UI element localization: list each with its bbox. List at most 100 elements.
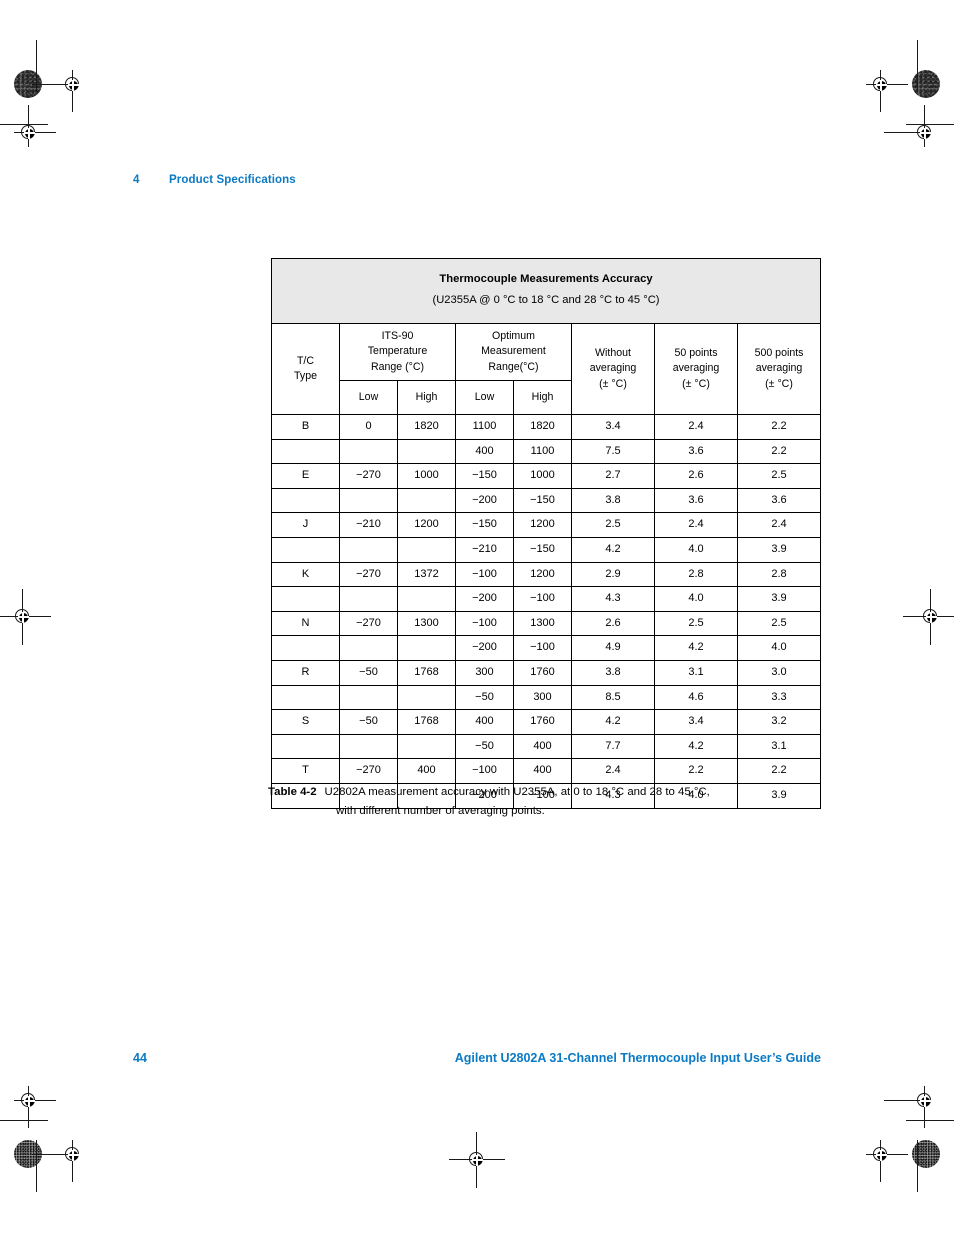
cell-its90-low: −270 bbox=[339, 610, 398, 637]
header-tc-type-line2: Type bbox=[294, 370, 317, 382]
cell-optimum-low: 300 bbox=[455, 659, 514, 686]
table-title-cell: Thermocouple Measurements Accuracy (U235… bbox=[270, 258, 822, 324]
cell-its90-high bbox=[397, 635, 456, 661]
header-without-avg-line3: (± °C) bbox=[599, 377, 627, 390]
header-tc-type-line1: T/C bbox=[296, 354, 315, 367]
cell-tc-type bbox=[271, 438, 340, 465]
cell-its90-high: 1820 bbox=[397, 414, 456, 440]
table-row: E −270 1000 −150 1000 2.7 2.6 2.5 bbox=[271, 463, 822, 489]
table-row: K −270 1372 −100 1200 2.9 2.8 2.8 bbox=[271, 561, 822, 588]
cell-optimum-low: 400 bbox=[455, 709, 514, 735]
table-row: S −50 1768 400 1760 4.2 3.4 3.2 bbox=[271, 709, 822, 735]
cell-50-points-averaging: 4.0 bbox=[654, 536, 738, 563]
table-caption: Table 4-2 U2802A measurement accuracy wit… bbox=[268, 783, 834, 821]
cell-50-points-averaging: 2.4 bbox=[654, 512, 738, 538]
cell-500-points-averaging: 3.1 bbox=[736, 733, 822, 760]
cell-50-points-averaging: 3.4 bbox=[654, 709, 738, 735]
cell-its90-low bbox=[339, 438, 398, 465]
header-p50-line2: averaging bbox=[672, 362, 720, 375]
cell-optimum-low: −200 bbox=[455, 635, 514, 661]
table-row: J −210 1200 −150 1200 2.5 2.4 2.4 bbox=[271, 512, 822, 538]
cell-without-averaging: 3.8 bbox=[571, 659, 655, 686]
header-without-avg-line2: averaging bbox=[589, 362, 637, 375]
cell-tc-type bbox=[271, 635, 340, 661]
table-row: −200 −100 4.9 4.2 4.0 bbox=[271, 635, 822, 661]
cell-50-points-averaging: 4.2 bbox=[654, 733, 738, 760]
cell-tc-type: T bbox=[271, 758, 340, 784]
cell-500-points-averaging: 3.2 bbox=[736, 709, 822, 735]
table-row: R −50 1768 300 1760 3.8 3.1 3.0 bbox=[271, 659, 822, 686]
cell-without-averaging: 3.8 bbox=[571, 487, 655, 514]
cell-optimum-high: 400 bbox=[513, 733, 572, 760]
cell-its90-low bbox=[339, 635, 398, 661]
cell-its90-high bbox=[397, 586, 456, 612]
cell-its90-high: 1372 bbox=[397, 561, 456, 588]
header-500-points-averaging: 500 points averaging (± °C) bbox=[736, 323, 822, 415]
cell-without-averaging: 7.7 bbox=[571, 733, 655, 760]
cell-tc-type bbox=[271, 684, 340, 711]
caption-line2: with different number of averaging point… bbox=[336, 805, 545, 818]
header-p500-line2: averaging bbox=[755, 362, 803, 375]
header-without-averaging: Without averaging (± °C) bbox=[571, 323, 655, 415]
header-without-avg-line1: Without bbox=[595, 347, 631, 360]
table-row: −210 −150 4.2 4.0 3.9 bbox=[271, 536, 822, 563]
table-row: B 0 1820 1100 1820 3.4 2.4 2.2 bbox=[271, 414, 822, 440]
cell-50-points-averaging: 2.6 bbox=[654, 463, 738, 489]
table-row: N −270 1300 −100 1300 2.6 2.5 2.5 bbox=[271, 610, 822, 637]
cell-its90-high bbox=[397, 684, 456, 711]
header-tc-type: T/C Type bbox=[271, 323, 340, 415]
table-row: −200 −100 4.3 4.0 3.9 bbox=[271, 586, 822, 612]
cell-optimum-high: 400 bbox=[513, 758, 572, 784]
cell-optimum-low: −200 bbox=[455, 586, 514, 612]
cell-tc-type: E bbox=[271, 463, 340, 489]
cell-500-points-averaging: 2.5 bbox=[736, 610, 822, 637]
cell-optimum-low: −150 bbox=[455, 463, 514, 489]
cell-without-averaging: 2.4 bbox=[571, 758, 655, 784]
cell-optimum-high: 300 bbox=[513, 684, 572, 711]
header-its90-range: ITS-90 Temperature Range (°C) bbox=[339, 323, 456, 381]
cell-optimum-low: 1100 bbox=[455, 414, 514, 440]
running-head: 4 Product Specifications bbox=[133, 174, 296, 186]
cell-optimum-high: −100 bbox=[513, 635, 572, 661]
cell-500-points-averaging: 3.3 bbox=[736, 684, 822, 711]
cell-tc-type: K bbox=[271, 561, 340, 588]
cell-its90-high: 1768 bbox=[397, 709, 456, 735]
cell-its90-low: −50 bbox=[339, 709, 398, 735]
header-optimum-high: High bbox=[513, 380, 572, 415]
cell-50-points-averaging: 2.8 bbox=[654, 561, 738, 588]
thermocouple-accuracy-table: Thermocouple Measurements Accuracy (U235… bbox=[270, 258, 822, 809]
chapter-title: Product Specifications bbox=[169, 174, 296, 186]
caption-line1: U2802A measurement accuracy with U2355A,… bbox=[324, 786, 710, 798]
cell-50-points-averaging: 3.1 bbox=[654, 659, 738, 686]
cell-optimum-high: 1300 bbox=[513, 610, 572, 637]
header-its90-high: High bbox=[397, 380, 456, 415]
header-p50-line3: (± °C) bbox=[682, 377, 710, 390]
cell-tc-type: R bbox=[271, 659, 340, 686]
table-subtitle: (U2355A @ 0 °C to 18 °C and 28 °C to 45 … bbox=[432, 293, 660, 306]
cell-optimum-high: −150 bbox=[513, 536, 572, 563]
footer-document-title: Agilent U2802A 31-Channel Thermocouple I… bbox=[454, 1051, 821, 1065]
table-title-row: Thermocouple Measurements Accuracy (U235… bbox=[270, 258, 822, 324]
cell-optimum-low: −200 bbox=[455, 487, 514, 514]
footer-page-number: 44 bbox=[133, 1051, 147, 1065]
cell-500-points-averaging: 2.5 bbox=[736, 463, 822, 489]
cell-without-averaging: 4.2 bbox=[571, 536, 655, 563]
cell-without-averaging: 4.9 bbox=[571, 635, 655, 661]
cell-its90-low: −210 bbox=[339, 512, 398, 538]
caption-label: Table 4-2 bbox=[268, 786, 317, 798]
cell-its90-high bbox=[397, 536, 456, 563]
cell-optimum-high: −150 bbox=[513, 487, 572, 514]
header-p500-line3: (± °C) bbox=[765, 377, 793, 390]
cell-500-points-averaging: 2.2 bbox=[736, 758, 822, 784]
cell-optimum-low: −100 bbox=[455, 758, 514, 784]
cell-50-points-averaging: 2.5 bbox=[654, 610, 738, 637]
cell-its90-high: 400 bbox=[397, 758, 456, 784]
cell-its90-low: −270 bbox=[339, 758, 398, 784]
cell-optimum-high: 1760 bbox=[513, 659, 572, 686]
cell-its90-low bbox=[339, 487, 398, 514]
cell-tc-type: S bbox=[271, 709, 340, 735]
cell-optimum-low: −100 bbox=[455, 610, 514, 637]
cell-optimum-low: −150 bbox=[455, 512, 514, 538]
cell-500-points-averaging: 2.2 bbox=[736, 414, 822, 440]
cell-tc-type bbox=[271, 536, 340, 563]
